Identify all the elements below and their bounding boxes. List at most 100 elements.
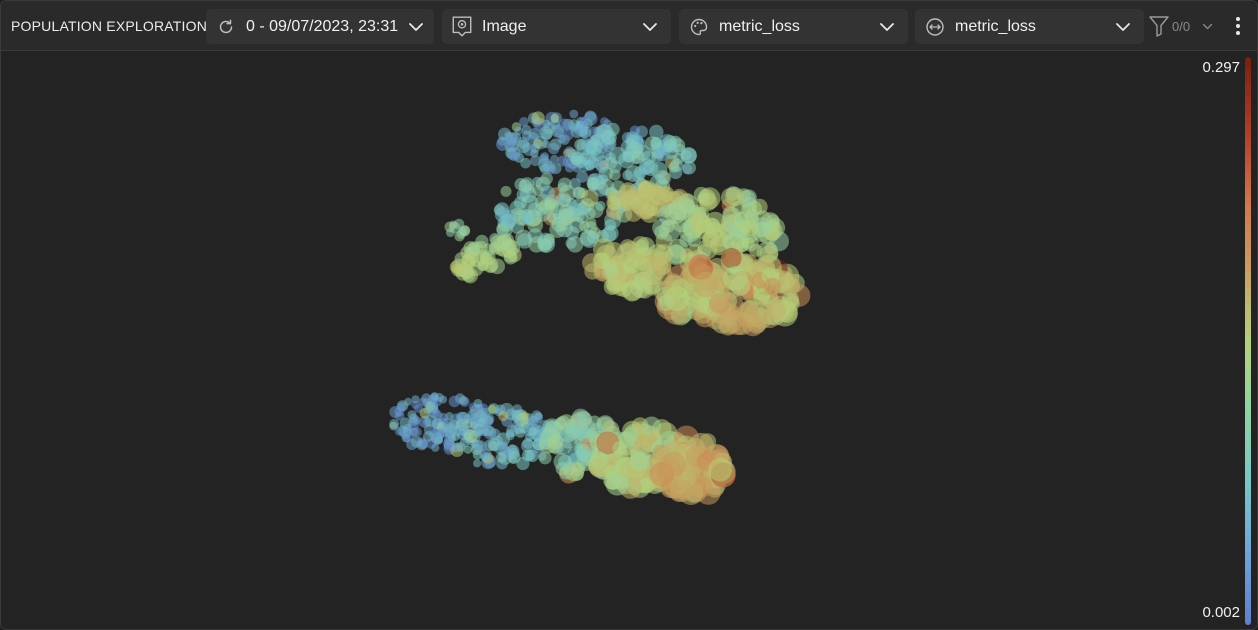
scatter-point[interactable] <box>469 421 478 430</box>
scatter-point[interactable] <box>664 202 687 225</box>
scatter-point[interactable] <box>516 139 531 154</box>
scatter-point[interactable] <box>595 200 606 212</box>
scatter-point[interactable] <box>476 418 486 427</box>
scatter-point[interactable] <box>527 132 539 143</box>
scatter-point[interactable] <box>721 248 742 269</box>
scatter-point[interactable] <box>521 449 534 462</box>
scatter-point[interactable] <box>635 125 648 138</box>
scatter-point[interactable] <box>498 411 509 422</box>
scatter-point[interactable] <box>680 147 697 164</box>
scatter-point[interactable] <box>570 124 584 139</box>
scatter-point[interactable] <box>508 150 520 162</box>
scatter-point[interactable] <box>462 428 474 440</box>
scatter-point[interactable] <box>569 109 579 119</box>
scatter-point[interactable] <box>395 411 405 421</box>
scatter-point[interactable] <box>609 169 621 181</box>
scatter-point[interactable] <box>507 444 518 455</box>
filter-button[interactable]: 0/0 <box>1148 14 1218 40</box>
scatter-point[interactable] <box>539 126 553 140</box>
scatter-point[interactable] <box>670 479 694 503</box>
scatter-point[interactable] <box>554 417 567 430</box>
scatter-point[interactable] <box>742 220 759 237</box>
scatter-point[interactable] <box>763 277 781 296</box>
scatter-point[interactable] <box>449 222 461 234</box>
scatter-point[interactable] <box>654 225 669 240</box>
scatter-point[interactable] <box>663 141 675 153</box>
scatter-point[interactable] <box>557 118 571 132</box>
scatter-point[interactable] <box>709 292 730 314</box>
scatter-point[interactable] <box>638 162 652 176</box>
scatter-point[interactable] <box>519 411 529 422</box>
scatter-point[interactable] <box>631 150 645 164</box>
scatter-point[interactable] <box>590 451 608 469</box>
scatter-point[interactable] <box>550 113 560 123</box>
scatter-point[interactable] <box>649 124 664 140</box>
scatter-point[interactable] <box>582 253 602 273</box>
scatter-point[interactable] <box>456 411 468 424</box>
scatter-point[interactable] <box>664 286 690 311</box>
scatter-point[interactable] <box>458 395 469 406</box>
scatter-point[interactable] <box>470 252 485 268</box>
scatter-point[interactable] <box>557 135 566 144</box>
version-dropdown[interactable]: 0 - 09/07/2023, 23:31 <box>206 9 434 44</box>
scatter-point[interactable] <box>660 190 673 203</box>
scatter-point[interactable] <box>520 212 532 224</box>
scatter-point[interactable] <box>443 437 455 450</box>
scatter-point[interactable] <box>538 451 552 465</box>
scatter-point[interactable] <box>606 195 621 210</box>
scatter-point[interactable] <box>506 136 518 148</box>
scatter-point[interactable] <box>523 183 535 195</box>
scatter-point[interactable] <box>448 395 461 408</box>
more-vertical-icon[interactable] <box>1231 15 1245 37</box>
scatter-point[interactable] <box>530 155 541 167</box>
scatter-point[interactable] <box>495 452 507 463</box>
scatter-point[interactable] <box>625 137 637 150</box>
scatter-point[interactable] <box>783 295 800 312</box>
scatter-point[interactable] <box>565 237 577 249</box>
color-by-dropdown[interactable]: metric_loss <box>679 9 908 44</box>
scatter-point[interactable] <box>459 225 471 237</box>
scatter-point[interactable] <box>623 426 640 443</box>
scatter-point[interactable] <box>444 424 453 433</box>
scatter-point[interactable] <box>723 265 748 291</box>
scatter-point[interactable] <box>424 414 437 427</box>
scatter-point[interactable] <box>640 184 657 201</box>
scatter-point[interactable] <box>621 280 643 302</box>
scatter-point[interactable] <box>601 129 617 146</box>
scatter-point[interactable] <box>725 187 745 207</box>
scatter-point[interactable] <box>558 454 573 469</box>
scatter-point[interactable] <box>503 249 517 263</box>
scatter-plot[interactable] <box>1 52 1237 629</box>
scatter-point[interactable] <box>660 451 686 477</box>
scatter-point[interactable] <box>474 428 483 437</box>
scatter-point[interactable] <box>528 427 538 436</box>
scatter-point[interactable] <box>711 223 726 238</box>
scatter-point[interactable] <box>573 203 585 215</box>
scatter-point[interactable] <box>651 255 672 276</box>
scatter-point[interactable] <box>451 263 465 277</box>
scatter-plot-area[interactable]: 0.297 0.002 <box>1 52 1257 629</box>
scatter-point[interactable] <box>500 209 518 227</box>
scatter-point[interactable] <box>479 407 491 419</box>
scatter-point[interactable] <box>625 204 643 222</box>
scatter-point[interactable] <box>510 421 522 433</box>
scatter-point[interactable] <box>473 459 482 468</box>
scatter-point[interactable] <box>619 239 636 255</box>
scatter-point[interactable] <box>531 111 545 125</box>
size-by-dropdown[interactable]: metric_loss <box>915 9 1144 44</box>
scatter-point[interactable] <box>453 428 462 437</box>
scatter-point[interactable] <box>557 220 569 231</box>
scatter-point[interactable] <box>579 116 588 125</box>
scatter-point[interactable] <box>612 441 627 456</box>
scatter-point[interactable] <box>545 199 560 213</box>
scatter-point[interactable] <box>581 140 592 151</box>
scatter-point[interactable] <box>500 185 512 197</box>
scatter-point[interactable] <box>463 445 473 454</box>
scatter-point[interactable] <box>622 170 633 181</box>
scatter-point[interactable] <box>431 443 440 452</box>
scatter-point[interactable] <box>474 440 487 453</box>
scatter-point[interactable] <box>650 137 663 150</box>
scatter-point[interactable] <box>547 433 564 450</box>
scatter-point[interactable] <box>631 451 651 470</box>
scatter-point[interactable] <box>548 142 560 155</box>
